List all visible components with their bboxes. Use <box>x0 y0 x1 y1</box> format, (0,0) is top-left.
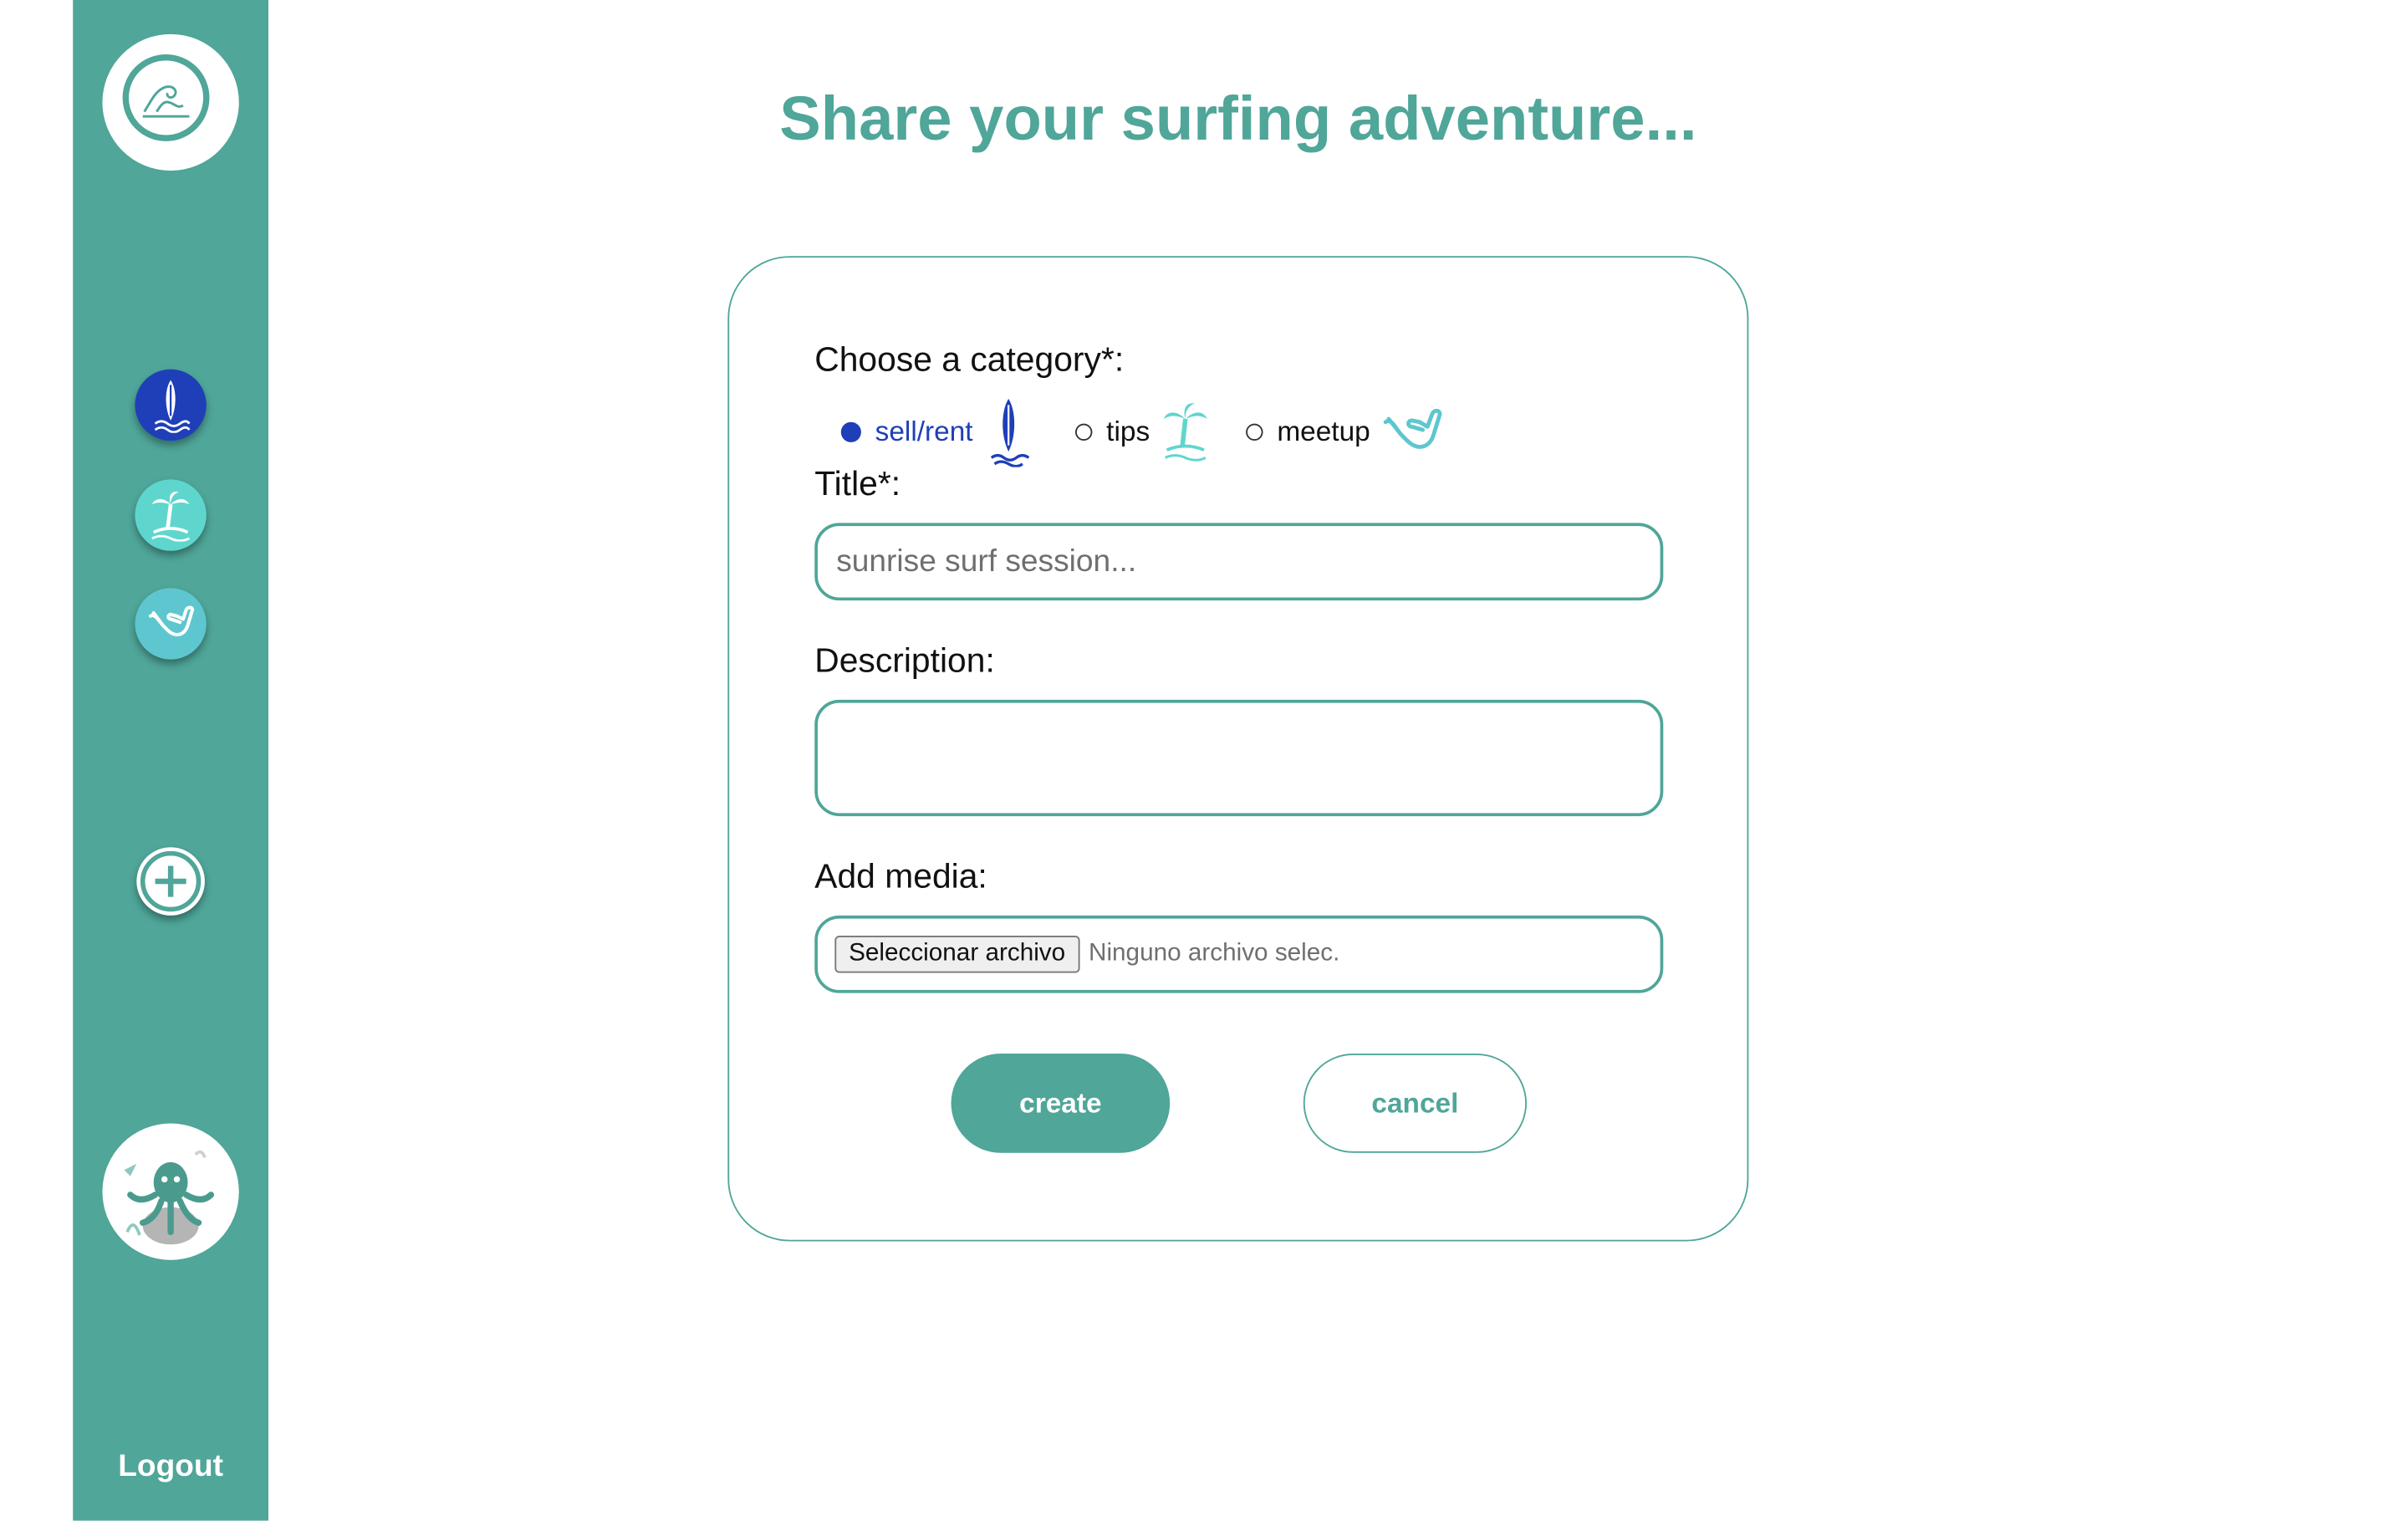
category-meetup-option[interactable]: meetup <box>1246 403 1445 459</box>
nav-meetup-button[interactable] <box>135 588 207 660</box>
cancel-button[interactable]: cancel <box>1303 1054 1528 1153</box>
category-tips-label: tips <box>1106 415 1150 447</box>
logo[interactable] <box>102 33 239 171</box>
shaka-hand-icon <box>1383 408 1442 449</box>
create-post-form: Choose a category*: sell/rent tips meetu… <box>727 256 1749 1242</box>
palm-tree-icon <box>151 491 191 542</box>
choose-file-button[interactable]: Seleccionar archivo <box>834 935 1079 973</box>
title-input[interactable]: sunrise surf session... <box>814 523 1664 601</box>
logo-ring <box>122 54 210 141</box>
category-meetup-label: meetup <box>1277 415 1370 447</box>
title-label: Title*: <box>814 463 901 503</box>
wave-icon <box>142 85 190 118</box>
plus-icon <box>140 850 202 912</box>
nav-tips-button[interactable] <box>135 479 207 551</box>
create-button[interactable]: create <box>951 1054 1171 1153</box>
radio-tips[interactable] <box>1075 422 1093 441</box>
avatar[interactable] <box>102 1123 239 1260</box>
category-sell-rent-option[interactable]: sell/rent <box>840 396 1035 467</box>
shaka-hand-icon <box>148 605 195 637</box>
add-post-button[interactable] <box>136 847 205 916</box>
surfboard-icon <box>154 380 191 433</box>
category-sell-rent-label: sell/rent <box>875 415 973 447</box>
category-tips-option[interactable]: tips <box>1075 401 1212 462</box>
page-title: Share your surfing adventure... <box>779 85 1697 154</box>
nav-sell-rent-button[interactable] <box>135 369 207 441</box>
app: Logout Share your surfing adventure... C… <box>0 0 2408 1521</box>
radio-meetup[interactable] <box>1246 422 1263 441</box>
logout-button[interactable]: Logout <box>73 1449 268 1485</box>
octopus-avatar-icon <box>124 1150 215 1245</box>
radio-sell-rent[interactable] <box>840 421 861 441</box>
media-label: Add media: <box>814 856 987 896</box>
surfboard-icon <box>990 398 1030 467</box>
category-label: Choose a category*: <box>814 339 1125 379</box>
description-label: Description: <box>814 641 995 680</box>
media-file-input: Seleccionar archivo Ninguno archivo sele… <box>814 915 1664 993</box>
palm-tree-icon <box>1163 403 1207 462</box>
file-status-text: Ninguno archivo selec. <box>1089 940 1340 967</box>
category-radio-group: sell/rent tips meetup <box>840 396 1472 467</box>
description-textarea[interactable] <box>814 699 1664 817</box>
sidebar: Logout <box>73 0 269 1521</box>
